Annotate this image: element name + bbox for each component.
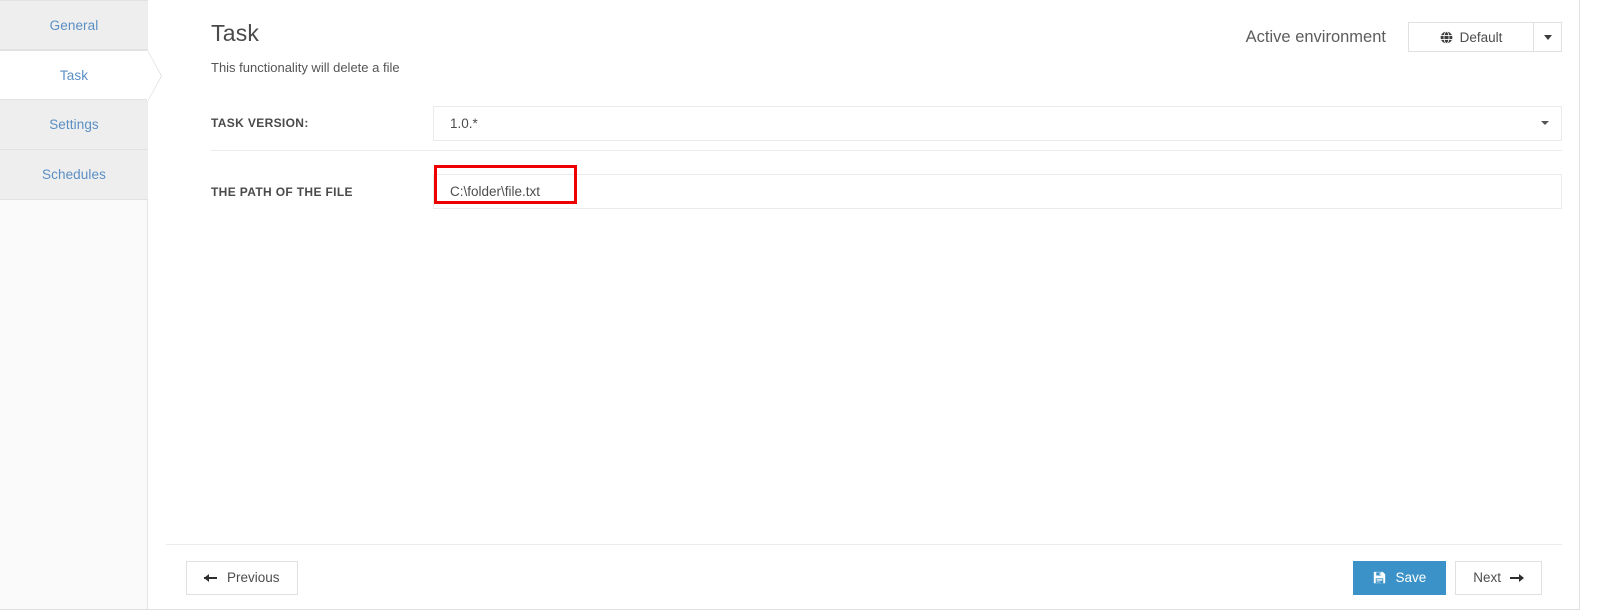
active-environment-control: Active environment Default [1246,22,1562,52]
form-row-file-path: THE PATH OF THE FILE [211,164,1562,219]
save-button[interactable]: Save [1353,560,1447,595]
environment-select-button[interactable]: Default [1408,22,1534,52]
save-button-label: Save [1395,570,1427,585]
sidebar-item-settings[interactable]: Settings [0,100,148,150]
sidebar-item-label: General [49,17,99,33]
page-header: Task This functionality will delete a fi… [149,0,1579,96]
task-version-control: 1.0.* [433,105,1562,141]
globe-icon [1440,30,1453,44]
next-button-label: Next [1473,570,1501,585]
floppy-disk-icon [1373,571,1386,584]
active-environment-label: Active environment [1245,27,1386,46]
sidebar: General Task Settings Schedules [0,0,162,609]
previous-button[interactable]: Previous [186,560,298,595]
task-version-select[interactable]: 1.0.* [433,105,1562,141]
file-path-control [433,165,1562,209]
sidebar-item-general[interactable]: General [0,0,148,50]
arrow-right-icon [1510,572,1524,584]
form-row-task-version: TASK VERSION: 1.0.* [211,96,1562,151]
main-panel: Task This functionality will delete a fi… [149,0,1579,609]
chevron-down-icon [1543,34,1552,40]
sidebar-item-label: Task [59,67,89,83]
previous-button-label: Previous [227,570,280,585]
task-version-label: TASK VERSION: [211,116,309,130]
next-button[interactable]: Next [1455,560,1542,595]
arrow-left-icon [204,572,218,584]
page-subtitle: This functionality will delete a file [211,60,400,75]
file-path-label: THE PATH OF THE FILE [211,184,353,199]
environment-value: Default [1459,29,1503,45]
task-form: TASK VERSION: 1.0.* THE PATH OF THE FILE [149,96,1579,219]
file-path-input[interactable] [433,174,1562,209]
footer-right-group: Save Next [1353,560,1542,595]
app-window: General Task Settings Schedules Task Thi… [0,0,1580,610]
sidebar-item-label: Schedules [42,167,106,182]
sidebar-item-schedules[interactable]: Schedules [0,150,148,200]
wizard-footer: Previous Save Next [166,544,1562,609]
form-spacer [211,151,1562,164]
sidebar-item-task[interactable]: Task [0,49,162,103]
environment-dropdown-toggle[interactable] [1534,22,1562,52]
sidebar-item-label: Settings [49,117,99,132]
